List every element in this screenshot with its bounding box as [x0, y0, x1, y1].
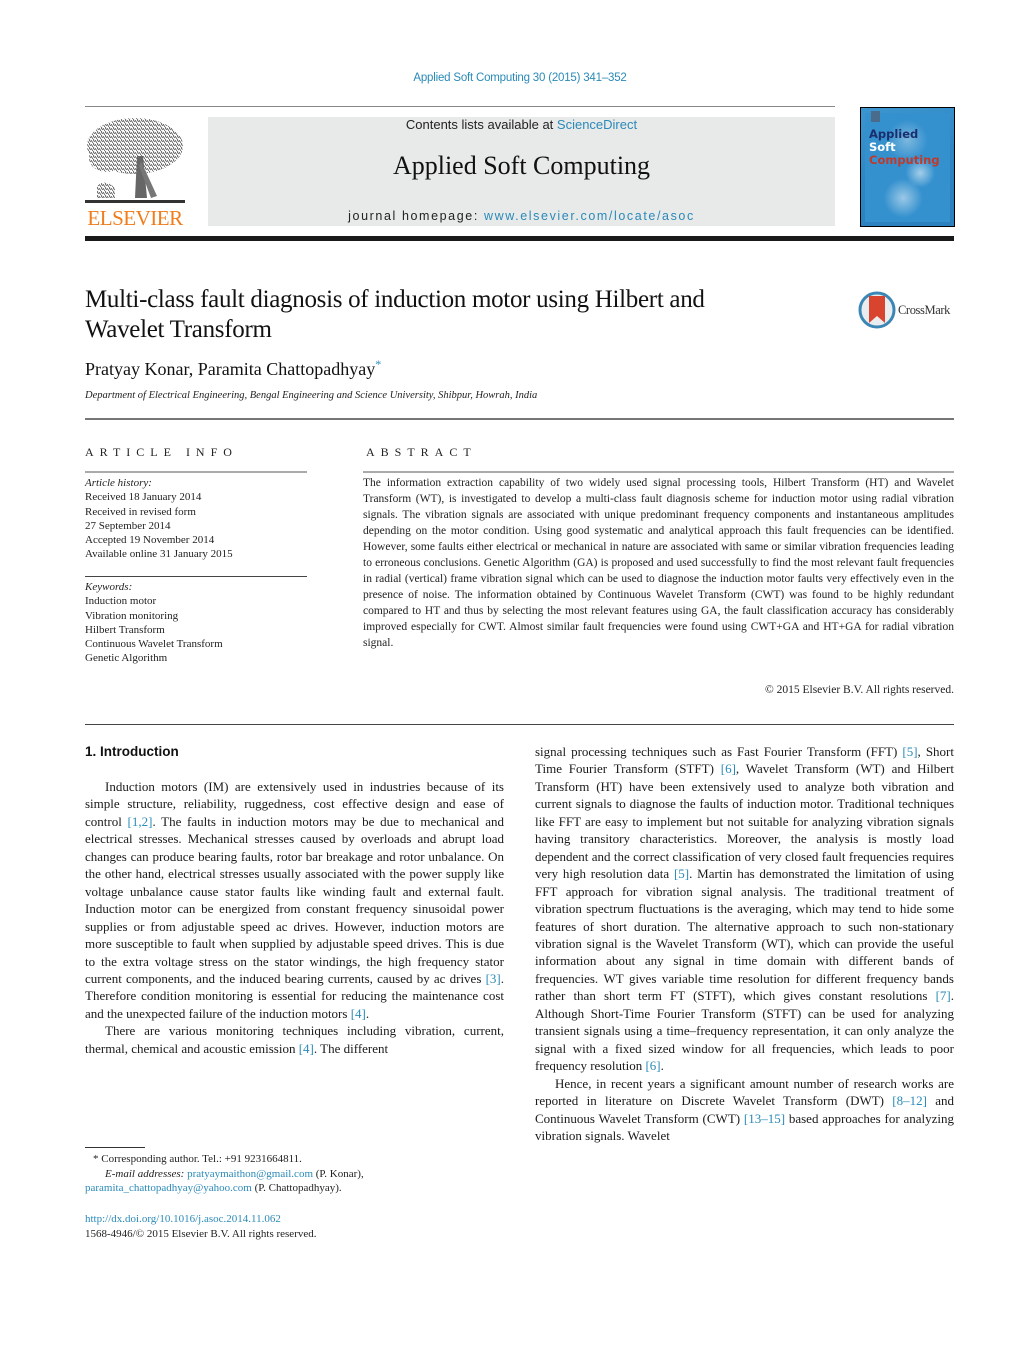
author-names: Pratyay Konar, Paramita Chattopadhyay — [85, 359, 376, 379]
elsevier-wordmark: ELSEVIER — [87, 206, 183, 230]
email-link-chattopadhyay[interactable]: paramita_chattopadhyay@yahoo.com — [85, 1182, 252, 1194]
journal-masthead: Contents lists available at ScienceDirec… — [208, 117, 835, 226]
header-thick-divider — [85, 236, 954, 241]
history-item: Available online 31 January 2015 — [85, 548, 233, 561]
citation-link[interactable]: [3] — [486, 971, 501, 986]
body-left-column: Induction motors (IM) are extensively us… — [85, 778, 504, 1057]
citation-link[interactable]: [13–15] — [744, 1111, 785, 1126]
keywords-divider — [85, 576, 307, 577]
citation-link[interactable]: [4] — [351, 1006, 366, 1021]
article-history-label: Article history: — [85, 477, 152, 489]
citation-link[interactable]: [6] — [721, 761, 736, 776]
journal-reference-link[interactable]: Applied Soft Computing 30 (2015) 341–352 — [0, 72, 1020, 84]
crossmark-button[interactable]: CrossMark — [858, 290, 958, 330]
email-owner-konar: (P. Konar), — [313, 1167, 364, 1180]
corresponding-author-mark[interactable]: * — [375, 357, 381, 371]
paragraph: Hence, in recent years a significant amo… — [535, 1075, 955, 1143]
history-item: Received in revised form — [85, 505, 196, 518]
citation-link[interactable]: [5] — [674, 866, 689, 881]
email-footnote: E-mail addresses: pratyaymaithon@gmail.c… — [85, 1167, 505, 1182]
keyword-item: Vibration monitoring — [85, 609, 179, 622]
abstract-text: The information extraction capability of… — [363, 477, 954, 649]
footnote-divider — [85, 1147, 145, 1148]
homepage-prefix: journal homepage: — [348, 209, 484, 223]
citation-link[interactable]: [4] — [299, 1041, 314, 1056]
keyword-item: Continuous Wavelet Transform — [85, 638, 223, 651]
paragraph: signal processing techniques such as Fas… — [535, 744, 954, 1074]
keyword-item: Induction motor — [85, 595, 157, 608]
history-item: Received 18 January 2014 — [85, 491, 202, 504]
crossmark-icon — [858, 291, 896, 329]
cover-title-line3: Computing — [869, 153, 940, 167]
article-history: Article history: Received 18 January 201… — [85, 476, 307, 562]
elsevier-logo[interactable]: ELSEVIER — [85, 116, 185, 230]
email-link-konar[interactable]: pratyaymaithon@gmail.com — [187, 1168, 313, 1180]
keyword-item: Genetic Algorithm — [85, 652, 168, 665]
elsevier-tree-icon — [85, 118, 185, 203]
history-item: Accepted 19 November 2014 — [85, 534, 215, 547]
contents-prefix: Contents lists available at — [405, 117, 557, 132]
cover-publisher-icon — [871, 111, 880, 122]
paragraph: Induction motors (IM) are extensively us… — [85, 779, 504, 1021]
abstract-bottom-divider — [85, 724, 954, 725]
citation-link[interactable]: [7] — [936, 988, 951, 1003]
article-title: Multi-class fault diagnosis of induction… — [85, 286, 705, 343]
keywords: Keywords: Induction motor Vibration moni… — [85, 580, 307, 666]
history-item: 27 September 2014 — [85, 519, 171, 532]
authors: Pratyay Konar, Paramita Chattopadhyay* — [85, 357, 381, 380]
section-heading-introduction: 1. Introduction — [85, 744, 179, 759]
paragraph: There are various monitoring techniques … — [85, 1023, 504, 1056]
abstract-heading: ABSTRACT — [366, 445, 477, 459]
citation-link[interactable]: [5] — [902, 744, 917, 759]
contents-line: Contents lists available at ScienceDirec… — [208, 117, 835, 132]
article-info-divider — [85, 471, 307, 473]
homepage-line: journal homepage: www.elsevier.com/locat… — [208, 209, 835, 223]
issn-copyright: 1568-4946/© 2015 Elsevier B.V. All right… — [85, 1227, 317, 1240]
abstract-divider — [363, 471, 954, 473]
footnotes: * Corresponding author. Tel.: +91 923166… — [85, 1152, 505, 1196]
citation-link[interactable]: [1,2] — [128, 814, 153, 829]
keyword-item: Hilbert Transform — [85, 623, 165, 636]
journal-name: Applied Soft Computing — [392, 151, 651, 180]
journal-cover-thumbnail[interactable]: Applied Soft Computing — [860, 107, 955, 227]
top-divider — [85, 106, 835, 107]
citation-link[interactable]: [6] — [645, 1058, 660, 1073]
affiliation: Department of Electrical Engineering, Be… — [85, 390, 538, 401]
citation-link[interactable]: [8–12] — [892, 1093, 927, 1108]
email-owner-chattopadhyay: (P. Chattopadhyay). — [251, 1182, 342, 1194]
article-info-heading: ARTICLE INFO — [85, 445, 238, 459]
doi-block: http://dx.doi.org/10.1016/j.asoc.2014.11… — [85, 1212, 317, 1241]
email-footnote-cont: paramita_chattopadhyay@yahoo.com (P. Cha… — [85, 1181, 505, 1196]
abstract-copyright: © 2015 Elsevier B.V. All rights reserved… — [765, 684, 954, 696]
email-label: E-mail addresses: — [105, 1167, 188, 1180]
crossmark-label: CrossMark — [898, 303, 950, 317]
body-right-column: signal processing techniques such as Fas… — [535, 743, 954, 1144]
journal-homepage-link[interactable]: www.elsevier.com/locate/asoc — [484, 209, 695, 223]
doi-link[interactable]: http://dx.doi.org/10.1016/j.asoc.2014.11… — [85, 1213, 281, 1225]
corresponding-author-footnote: * Corresponding author. Tel.: +91 923166… — [93, 1153, 302, 1165]
affiliation-divider — [85, 418, 954, 420]
keywords-label: Keywords: — [85, 581, 133, 593]
sciencedirect-link[interactable]: ScienceDirect — [557, 117, 637, 132]
